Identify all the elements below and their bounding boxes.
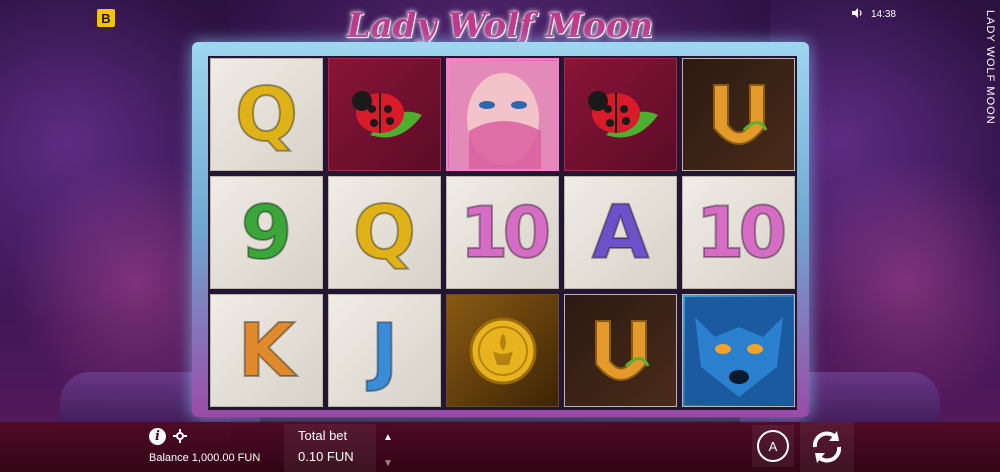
reel-cell: 9 — [210, 176, 323, 289]
reel-cell — [446, 294, 559, 407]
reel-cell: 10 — [446, 176, 559, 289]
symbol-j: J — [370, 307, 400, 394]
reel-cell: K — [210, 294, 323, 407]
horseshoe-icon — [712, 83, 767, 145]
ladybug-icon — [587, 90, 658, 137]
symbol-10: 10 — [459, 191, 552, 274]
triangle-down-icon[interactable]: ▼ — [381, 456, 395, 470]
symbol-q: Q — [234, 71, 299, 158]
reel-cell: Q — [210, 58, 323, 171]
reel-cell — [564, 58, 677, 171]
spin-arrows-icon — [812, 431, 842, 463]
total-bet-label: Total bet — [298, 428, 348, 443]
balance-display: Balance 1,000.00 FUN — [149, 452, 261, 464]
reel-cell — [564, 294, 677, 407]
symbol-q: Q — [352, 189, 417, 276]
info-button[interactable]: i — [149, 428, 166, 445]
symbol-a: A — [591, 189, 650, 276]
symbol-k: K — [237, 307, 296, 394]
reel-cell: Q — [328, 176, 441, 289]
reel-cell: 10 — [682, 176, 795, 289]
spin-button[interactable] — [800, 422, 854, 472]
wolf-icon — [684, 296, 793, 405]
horseshoe-icon — [594, 319, 649, 381]
reel-cell: A — [564, 176, 677, 289]
reel-cell — [328, 58, 441, 171]
total-bet-value: 0.10 FUN — [298, 449, 354, 464]
autoplay-button[interactable]: A — [752, 425, 794, 467]
lady-face-icon — [448, 60, 557, 169]
ladybug-icon — [351, 90, 422, 137]
gear-icon[interactable] — [172, 428, 188, 444]
reel-cell — [446, 58, 559, 171]
autoplay-icon: A — [757, 430, 789, 462]
reel-cell: J — [328, 294, 441, 407]
game-title-logo: Lady Wolf Moon — [346, 6, 654, 46]
gold-coin-icon — [469, 317, 536, 384]
reel-cell — [682, 294, 795, 407]
symbol-9: 9 — [240, 189, 293, 276]
triangle-up-icon[interactable]: ▲ — [381, 430, 395, 444]
reels-grid: Q 9 Q 10 A 10 K J — [208, 56, 797, 410]
reel-cell — [682, 58, 795, 171]
symbol-10: 10 — [695, 191, 788, 274]
